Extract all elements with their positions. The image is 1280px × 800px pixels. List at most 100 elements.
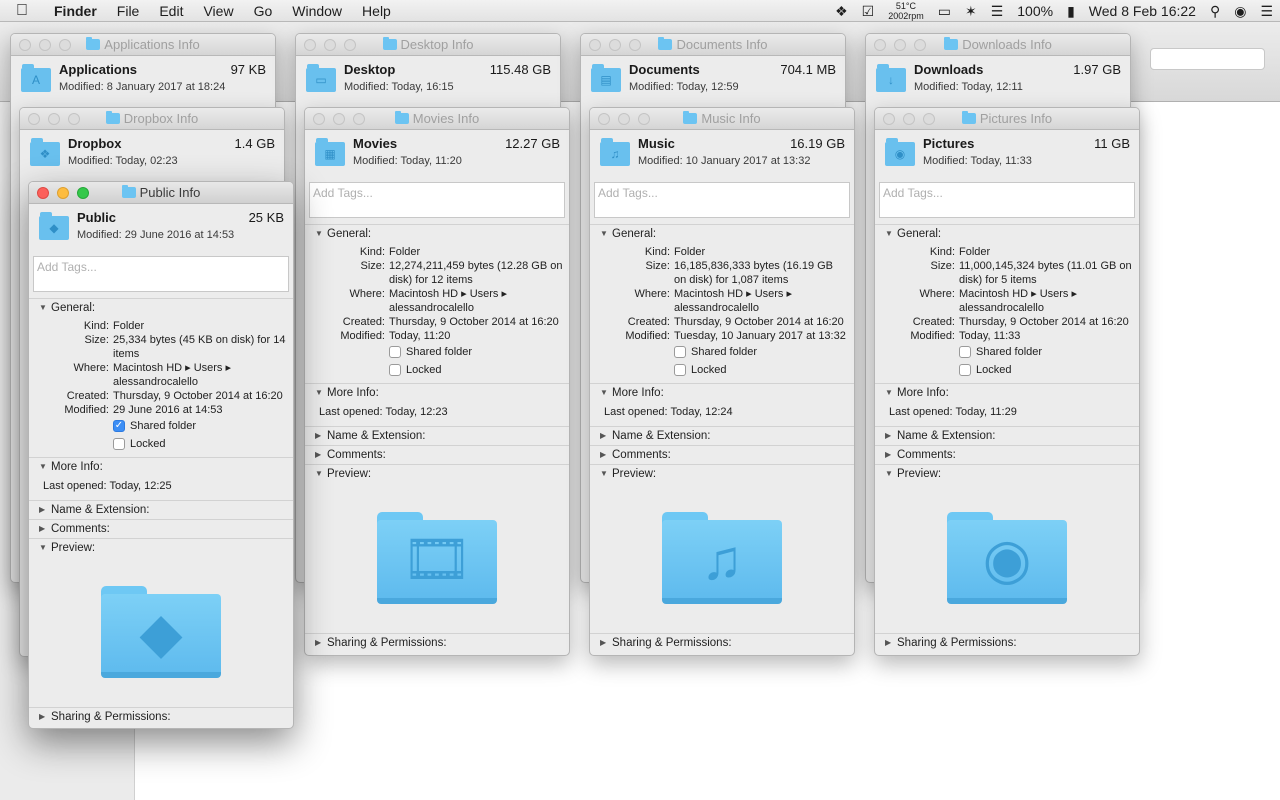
comments-section-toggle[interactable]: ▶ Comments: — [590, 446, 854, 464]
close-button[interactable] — [19, 39, 31, 51]
close-button[interactable] — [313, 113, 325, 125]
zoom-button[interactable] — [638, 113, 650, 125]
locked-checkbox[interactable]: Locked — [389, 363, 563, 377]
more-info-section-toggle[interactable]: ▼ More Info: — [875, 384, 1139, 402]
menu-go[interactable]: Go — [244, 0, 283, 22]
general-section-toggle[interactable]: ▼ General: — [29, 299, 293, 317]
titlebar[interactable]: Music Info — [590, 108, 854, 130]
menu-finder[interactable]: Finder — [44, 0, 107, 22]
clock[interactable]: Wed 8 Feb 16:22 — [1082, 0, 1203, 22]
comments-section-toggle[interactable]: ▶ Comments: — [29, 520, 293, 538]
minimize-button[interactable] — [618, 113, 630, 125]
locked-checkbox[interactable]: Locked — [674, 363, 848, 377]
general-section-toggle[interactable]: ▼ General: — [590, 225, 854, 243]
titlebar[interactable]: Downloads Info — [866, 34, 1130, 56]
minimize-button[interactable] — [39, 39, 51, 51]
menu-window[interactable]: Window — [282, 0, 352, 22]
sharing-permissions-section-toggle[interactable]: ▶ Sharing & Permissions: — [875, 634, 1139, 652]
close-button[interactable] — [589, 39, 601, 51]
battery-icon[interactable]: ▮ — [1060, 0, 1082, 22]
checkbox[interactable] — [959, 346, 971, 358]
tags-field[interactable]: Add Tags... — [309, 182, 565, 218]
shared-folder-checkbox[interactable]: Shared folder — [959, 345, 1133, 359]
bluetooth-icon[interactable]: ✶ — [958, 0, 984, 22]
minimize-button[interactable] — [609, 39, 621, 51]
info-window-public[interactable]: Public Info ◆ Public 25 KB Modified: 29 … — [28, 181, 294, 729]
apple-menu-icon[interactable]:  — [0, 0, 44, 22]
checkbox[interactable] — [674, 346, 686, 358]
checkmark-status-icon[interactable]: ☑ — [855, 0, 882, 22]
preview-section-toggle[interactable]: ▼ Preview: — [875, 465, 1139, 483]
close-button[interactable] — [598, 113, 610, 125]
sharing-permissions-section-toggle[interactable]: ▶ Sharing & Permissions: — [305, 634, 569, 652]
titlebar[interactable]: Public Info — [29, 182, 293, 204]
zoom-button[interactable] — [353, 113, 365, 125]
airplay-icon[interactable]: ▭ — [931, 0, 958, 22]
more-info-section-toggle[interactable]: ▼ More Info: — [29, 458, 293, 476]
titlebar[interactable]: Applications Info — [11, 34, 275, 56]
checkbox[interactable] — [389, 364, 401, 376]
checkbox[interactable] — [389, 346, 401, 358]
dropbox-status-icon[interactable]: ❖ — [828, 0, 855, 22]
menu-file[interactable]: File — [107, 0, 150, 22]
locked-checkbox[interactable]: Locked — [959, 363, 1133, 377]
sharing-permissions-section-toggle[interactable]: ▶ Sharing & Permissions: — [29, 708, 293, 726]
general-section-toggle[interactable]: ▼ General: — [305, 225, 569, 243]
preview-section-toggle[interactable]: ▼ Preview: — [29, 539, 293, 557]
more-info-section-toggle[interactable]: ▼ More Info: — [590, 384, 854, 402]
shared-folder-checkbox[interactable]: Shared folder — [674, 345, 848, 359]
general-section-toggle[interactable]: ▼ General: — [875, 225, 1139, 243]
locked-checkbox[interactable]: Locked — [113, 437, 287, 451]
preview-section-toggle[interactable]: ▼ Preview: — [305, 465, 569, 483]
minimize-button[interactable] — [903, 113, 915, 125]
titlebar[interactable]: Pictures Info — [875, 108, 1139, 130]
menu-help[interactable]: Help — [352, 0, 401, 22]
menu-edit[interactable]: Edit — [149, 0, 193, 22]
close-button[interactable] — [874, 39, 886, 51]
battery-percentage[interactable]: 100% — [1010, 0, 1060, 22]
titlebar[interactable]: Documents Info — [581, 34, 845, 56]
menu-view[interactable]: View — [193, 0, 243, 22]
titlebar[interactable]: Dropbox Info — [20, 108, 284, 130]
close-button[interactable] — [883, 113, 895, 125]
zoom-button[interactable] — [68, 113, 80, 125]
close-button[interactable] — [28, 113, 40, 125]
zoom-button[interactable] — [923, 113, 935, 125]
zoom-button[interactable] — [629, 39, 641, 51]
minimize-button[interactable] — [333, 113, 345, 125]
checkbox[interactable] — [674, 364, 686, 376]
shared-folder-checkbox[interactable]: Shared folder — [389, 345, 563, 359]
preview-section-toggle[interactable]: ▼ Preview: — [590, 465, 854, 483]
titlebar[interactable]: Movies Info — [305, 108, 569, 130]
shared-folder-checkbox[interactable]: ✓ Shared folder — [113, 419, 287, 433]
checkbox[interactable] — [113, 438, 125, 450]
spotlight-search-icon[interactable]: ⚲ — [1203, 0, 1227, 22]
name-extension-section-toggle[interactable]: ▶ Name & Extension: — [875, 427, 1139, 445]
temperature-monitor[interactable]: 51°C 2002rpm — [881, 1, 931, 21]
comments-section-toggle[interactable]: ▶ Comments: — [875, 446, 1139, 464]
minimize-button[interactable] — [48, 113, 60, 125]
tags-field[interactable]: Add Tags... — [33, 256, 289, 292]
zoom-button[interactable] — [344, 39, 356, 51]
notification-center-icon[interactable]: ☰ — [1253, 0, 1280, 22]
name-extension-section-toggle[interactable]: ▶ Name & Extension: — [29, 501, 293, 519]
info-window-pictures[interactable]: Pictures Info ◉ Pictures 11 GB Modified:… — [874, 107, 1140, 656]
minimize-button[interactable] — [57, 187, 69, 199]
more-info-section-toggle[interactable]: ▼ More Info: — [305, 384, 569, 402]
siri-icon[interactable]: ◉ — [1227, 0, 1253, 22]
checkbox[interactable] — [959, 364, 971, 376]
zoom-button[interactable] — [914, 39, 926, 51]
finder-search-field[interactable] — [1150, 48, 1265, 70]
zoom-button[interactable] — [59, 39, 71, 51]
info-window-music[interactable]: Music Info ♫ Music 16.19 GB Modified: 10… — [589, 107, 855, 656]
minimize-button[interactable] — [894, 39, 906, 51]
sharing-permissions-section-toggle[interactable]: ▶ Sharing & Permissions: — [590, 634, 854, 652]
checkbox-checked[interactable]: ✓ — [113, 420, 125, 432]
close-button[interactable] — [304, 39, 316, 51]
close-button[interactable] — [37, 187, 49, 199]
minimize-button[interactable] — [324, 39, 336, 51]
name-extension-section-toggle[interactable]: ▶ Name & Extension: — [305, 427, 569, 445]
wifi-icon[interactable]: ☰ — [984, 0, 1011, 22]
tags-field[interactable]: Add Tags... — [594, 182, 850, 218]
info-window-movies[interactable]: Movies Info ▦ Movies 12.27 GB Modified: … — [304, 107, 570, 656]
